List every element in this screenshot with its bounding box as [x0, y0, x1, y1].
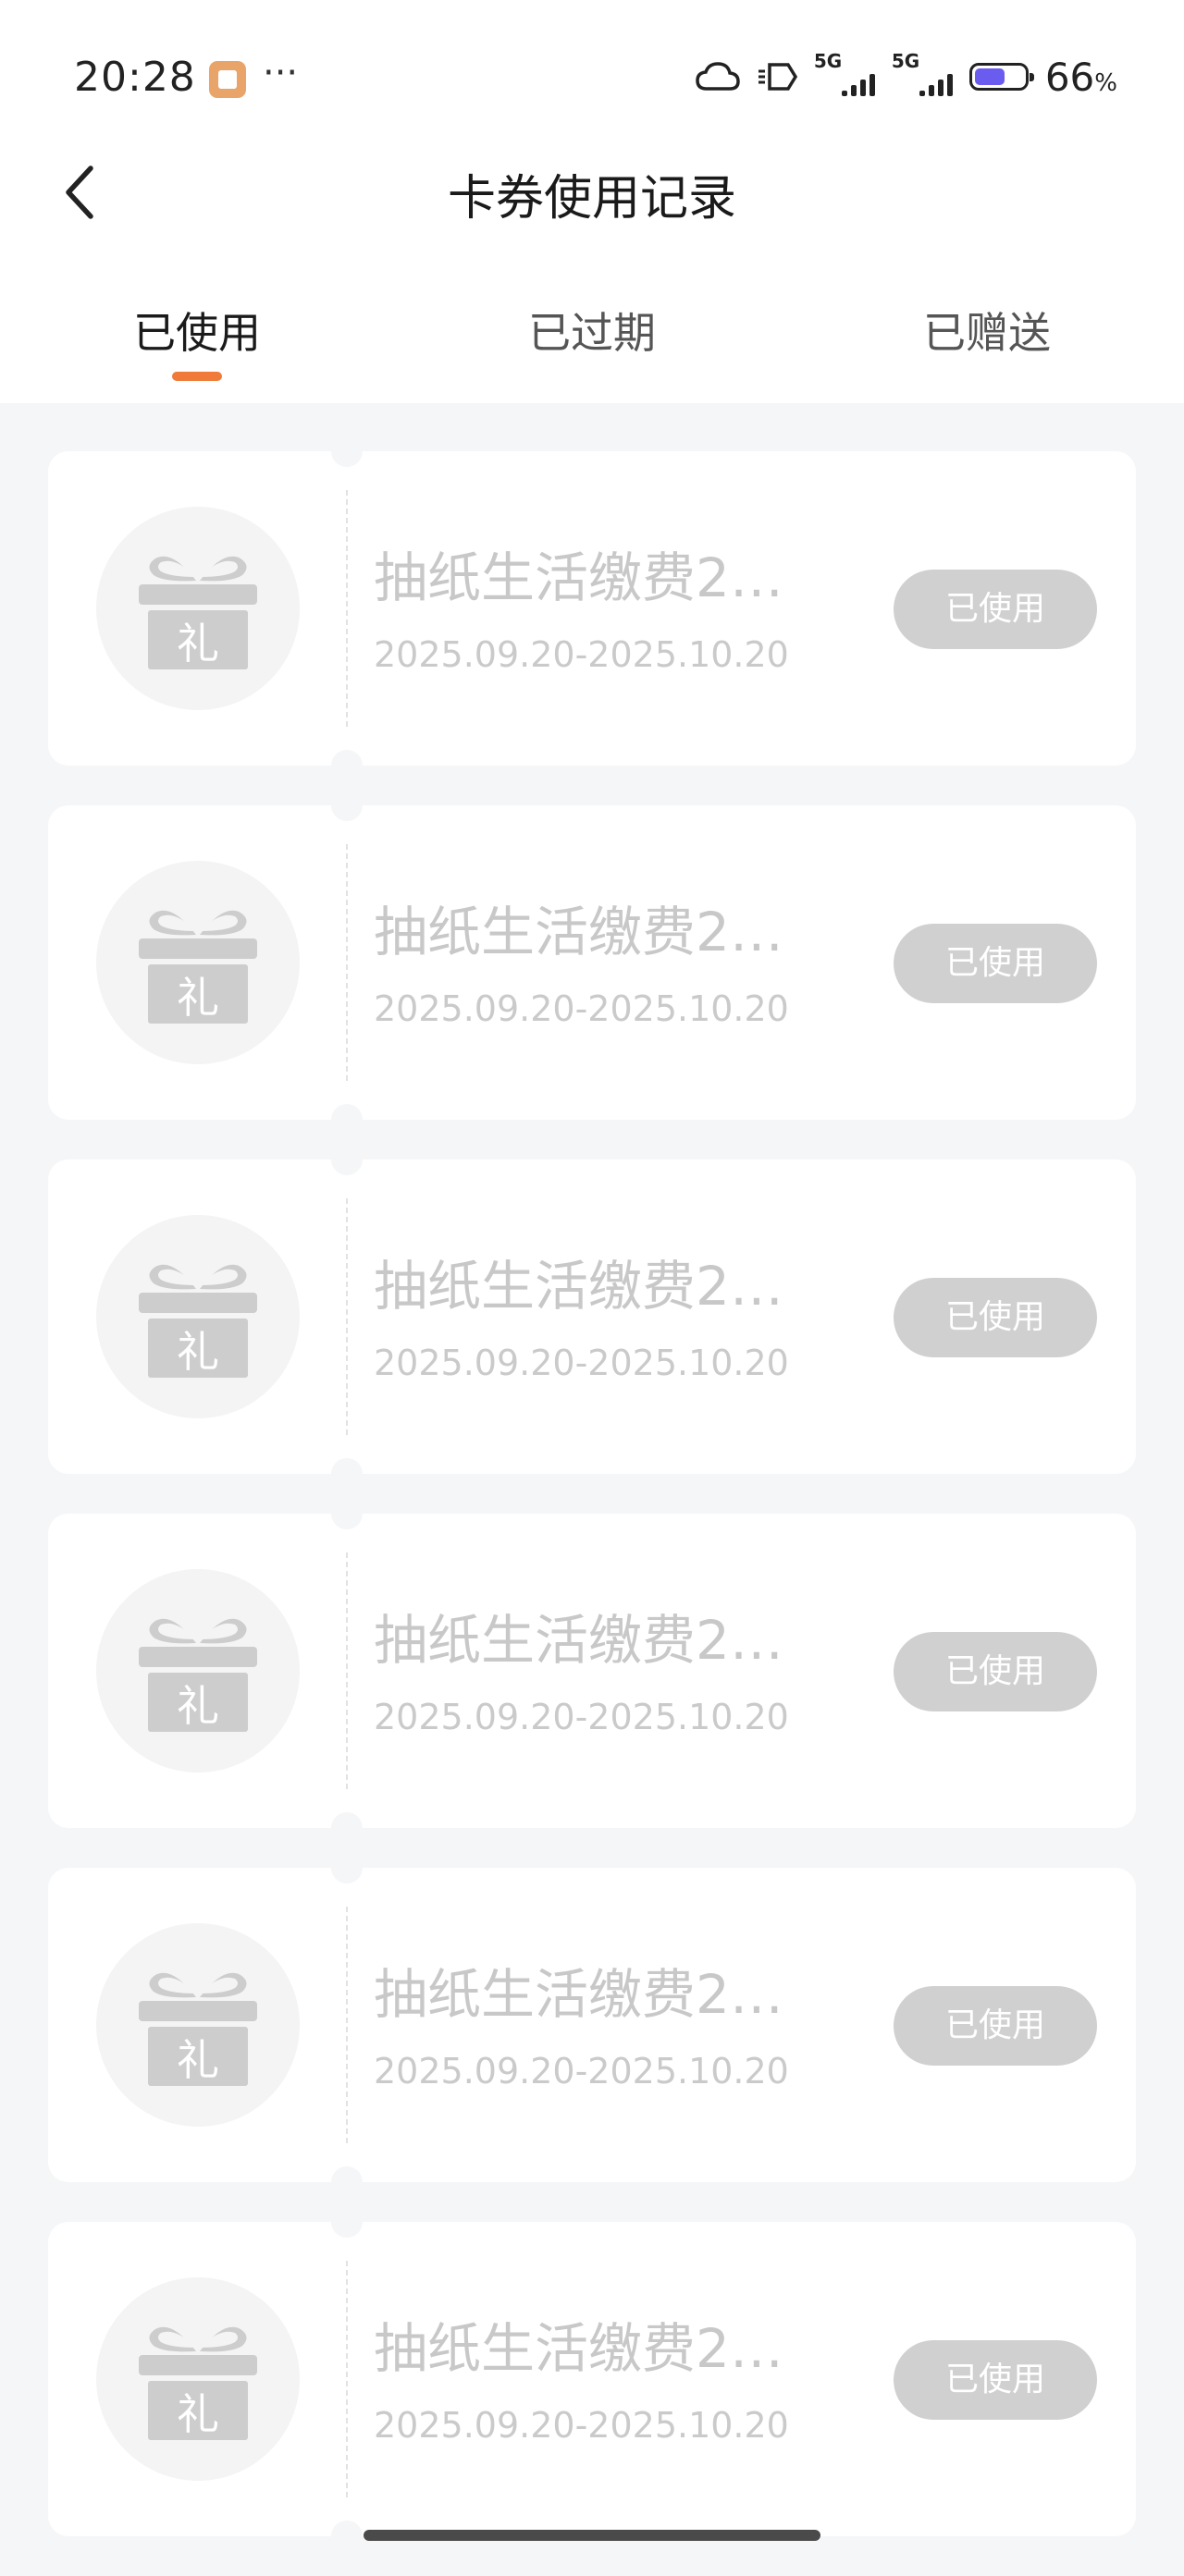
ticket-divider [346, 1198, 348, 1435]
ticket-notch [331, 1852, 363, 1883]
gift-icon-circle: 礼 [96, 861, 300, 1064]
gift-icon: 礼 [139, 1972, 257, 2086]
gift-icon-circle: 礼 [96, 1923, 300, 2127]
ticket-notch [331, 1104, 363, 1135]
coupon-validity-date: 2025.09.20-2025.10.20 [374, 2051, 789, 2091]
tab-used[interactable]: 已使用 [58, 300, 336, 361]
used-status-button[interactable]: 已使用 [894, 1632, 1097, 1711]
signal-icon: 5G [892, 50, 953, 96]
ticket-divider [346, 844, 348, 1081]
ticket-notch [331, 1144, 363, 1175]
ticket-notch [331, 750, 363, 781]
app-notification-icon [209, 61, 246, 98]
ticket-divider [346, 1552, 348, 1789]
used-status-button[interactable]: 已使用 [894, 1278, 1097, 1357]
home-indicator[interactable] [364, 2530, 820, 2541]
coupon-validity-date: 2025.09.20-2025.10.20 [374, 2405, 789, 2446]
ticket-notch [331, 1812, 363, 1844]
status-time: 20:28 [74, 54, 196, 101]
gift-icon: 礼 [139, 2326, 257, 2440]
used-status-button[interactable]: 已使用 [894, 570, 1097, 649]
ticket-divider [346, 1907, 348, 2143]
gift-icon-circle: 礼 [96, 507, 300, 710]
coupon-card[interactable]: 礼 抽纸生活缴费2… 2025.09.20-2025.10.20 已使用 [48, 1498, 1136, 1844]
network-type-label: 5G [813, 50, 843, 72]
gift-icon: 礼 [139, 556, 257, 669]
svg-text:礼: 礼 [177, 973, 219, 1023]
ticket-notch [331, 790, 363, 821]
ticket-notch [331, 2206, 363, 2238]
cloud-icon [696, 62, 740, 91]
coupon-name: 抽纸生活缴费2… [374, 1255, 783, 1318]
svg-text:礼: 礼 [177, 1327, 219, 1377]
used-status-button[interactable]: 已使用 [894, 2340, 1097, 2420]
ticket-notch [331, 1458, 363, 1490]
coupon-validity-date: 2025.09.20-2025.10.20 [374, 1697, 789, 1737]
coupon-validity-date: 2025.09.20-2025.10.20 [374, 988, 789, 1029]
more-notifications-icon: ··· [263, 52, 299, 94]
coupon-validity-date: 2025.09.20-2025.10.20 [374, 1343, 789, 1383]
tab-expired[interactable]: 已过期 [453, 300, 731, 361]
svg-text:礼: 礼 [177, 1681, 219, 1731]
coupon-card[interactable]: 礼 抽纸生活缴费2… 2025.09.20-2025.10.20 已使用 [48, 790, 1136, 1135]
tab-gifted[interactable]: 已赠送 [848, 300, 1126, 361]
ticket-divider [346, 490, 348, 727]
signal-icon: 5G [814, 50, 875, 96]
used-status-button[interactable]: 已使用 [894, 924, 1097, 1003]
status-bar: 20:28 ··· 5G 5G 66% [0, 0, 1184, 157]
coupon-name: 抽纸生活缴费2… [374, 901, 783, 963]
status-right: 5G 5G 66% [696, 50, 1117, 100]
coupon-card[interactable]: 礼 抽纸生活缴费2… 2025.09.20-2025.10.20 已使用 [48, 2206, 1136, 2552]
tab-active-indicator [172, 372, 222, 381]
gift-icon: 礼 [139, 1618, 257, 1732]
top-panel: 20:28 ··· 5G 5G 66% 卡券使用记录 已使用 已过期 已赠送 [0, 0, 1184, 403]
coupon-card[interactable]: 礼 抽纸生活缴费2… 2025.09.20-2025.10.20 已使用 [48, 1144, 1136, 1490]
gift-icon-circle: 礼 [96, 1569, 300, 1773]
coupon-validity-date: 2025.09.20-2025.10.20 [374, 634, 789, 675]
gift-icon-circle: 礼 [96, 1215, 300, 1418]
coupon-card[interactable]: 礼 抽纸生活缴费2… 2025.09.20-2025.10.20 已使用 [48, 1852, 1136, 2198]
svg-text:礼: 礼 [177, 2035, 219, 2085]
used-status-button[interactable]: 已使用 [894, 1986, 1097, 2066]
gift-icon: 礼 [139, 1264, 257, 1378]
coupon-name: 抽纸生活缴费2… [374, 1963, 783, 2026]
battery-fill [974, 68, 1005, 85]
network-type-label: 5G [891, 50, 920, 72]
svg-text:礼: 礼 [177, 619, 219, 669]
ticket-notch [331, 2166, 363, 2198]
ticket-notch [331, 1498, 363, 1529]
ticket-divider [346, 2261, 348, 2497]
coupon-list: 礼 抽纸生活缴费2… 2025.09.20-2025.10.20 已使用 礼 抽… [48, 435, 1136, 2576]
ticket-notch [331, 2521, 363, 2552]
coupon-name: 抽纸生活缴费2… [374, 546, 783, 609]
gift-icon: 礼 [139, 910, 257, 1024]
battery-percent: 66% [1044, 54, 1117, 100]
svg-text:礼: 礼 [177, 2389, 219, 2439]
coupon-card[interactable]: 礼 抽纸生活缴费2… 2025.09.20-2025.10.20 已使用 [48, 435, 1136, 781]
ticket-notch [331, 435, 363, 467]
page-title: 卡券使用记录 [447, 171, 736, 227]
coupon-name: 抽纸生活缴费2… [374, 1609, 783, 1672]
nfc-icon [758, 63, 797, 91]
battery-icon [968, 63, 1034, 91]
gift-icon-circle: 礼 [96, 2277, 300, 2481]
coupon-name: 抽纸生活缴费2… [374, 2317, 783, 2380]
